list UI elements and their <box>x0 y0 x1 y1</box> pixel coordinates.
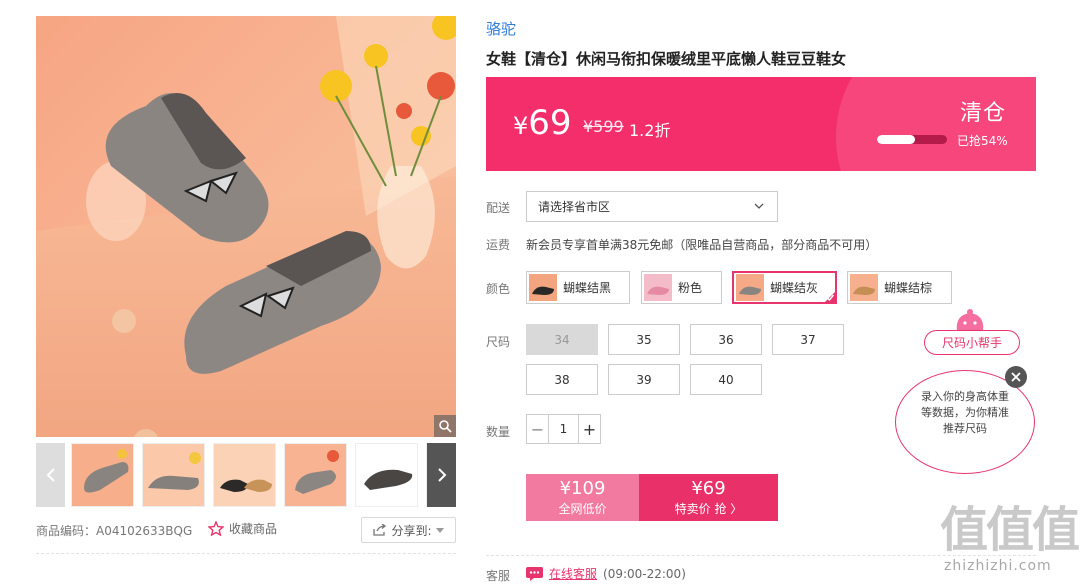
share-icon <box>373 524 387 536</box>
shipping-label: 运费 <box>486 238 511 252</box>
customer-service: 在线客服 (09:00-22:00) <box>526 565 686 582</box>
delivery-label: 配送 <box>486 201 511 215</box>
color-option-label: 蝴蝶结黑 <box>563 281 612 295</box>
color-option-pink[interactable]: 粉色 <box>641 271 722 304</box>
caret-down-icon <box>435 527 444 533</box>
product-meta-row: 商品编码：A04102633BQG 收藏商品 分享到: <box>36 517 456 543</box>
sku-code: 商品编码：A04102633BQG <box>36 522 192 539</box>
sku-label: 商品编码： <box>36 524 97 538</box>
color-swatch-brown <box>850 274 878 301</box>
close-icon[interactable] <box>1005 366 1027 388</box>
watermark-url: zhizhizhi.com <box>944 558 1052 574</box>
size-option-35[interactable]: 35 <box>608 324 680 355</box>
quantity-value[interactable]: 1 <box>549 415 578 443</box>
checkmark-icon <box>826 294 835 302</box>
thumbnail-strip <box>36 443 456 507</box>
color-swatch-pink <box>644 274 672 301</box>
product-page: 商品编码：A04102633BQG 收藏商品 分享到: 骆驼 女鞋【清仓】休闲马… <box>0 0 1090 585</box>
service-hours: (09:00-22:00) <box>603 566 686 581</box>
share-label: 分享到: <box>391 523 432 538</box>
chat-icon <box>526 566 543 581</box>
divider-left <box>36 553 456 554</box>
product-photo <box>36 16 456 437</box>
special-price-label: 特卖价 抢 〉 <box>674 502 743 516</box>
chevron-down-icon <box>754 203 764 209</box>
color-option-bow-black[interactable]: 蝴蝶结黑 <box>526 271 630 304</box>
size-option-37[interactable]: 37 <box>772 324 844 355</box>
current-price-value: 69 <box>528 103 572 143</box>
product-title: 女鞋【清仓】休闲马衔扣保暖绒里平底懒人鞋豆豆鞋女 <box>486 50 847 68</box>
thumbnail-4[interactable] <box>284 443 347 507</box>
sku-value: A04102633BQG <box>96 524 193 538</box>
thumbnail-5[interactable] <box>355 443 418 507</box>
current-price: ¥69 <box>513 103 572 146</box>
color-label: 颜色 <box>486 282 511 296</box>
favorite-button[interactable]: 收藏商品 <box>208 520 277 537</box>
sold-progress-bar <box>877 135 947 144</box>
color-swatch-black <box>529 274 557 301</box>
quantity-minus-button[interactable]: − <box>527 415 549 443</box>
quantity-label: 数量 <box>486 425 511 439</box>
size-option-36[interactable]: 36 <box>690 324 762 355</box>
color-option-label: 蝴蝶结棕 <box>884 281 933 295</box>
size-option-39[interactable]: 39 <box>608 364 680 395</box>
thumb-prev-arrow-icon[interactable] <box>36 443 65 507</box>
thumbnail-2[interactable] <box>142 443 205 507</box>
color-option-label: 粉色 <box>678 281 703 295</box>
buy-now-button[interactable]: ¥69 特卖价 抢 〉 <box>639 474 778 521</box>
original-price: ¥599 <box>583 117 624 136</box>
thumbnail-3[interactable] <box>213 443 276 507</box>
size-helper-button[interactable]: 尺码小帮手 <box>924 330 1020 355</box>
sold-percent: 已抢54% <box>957 134 1008 148</box>
thumb-next-arrow-icon[interactable] <box>427 443 456 507</box>
size-option-38[interactable]: 38 <box>526 364 598 395</box>
online-service-link[interactable]: 在线客服 <box>549 565 597 582</box>
color-option-bow-grey[interactable]: 蝴蝶结灰 <box>732 271 837 304</box>
zoom-icon[interactable] <box>434 415 456 437</box>
size-option-40[interactable]: 40 <box>690 364 762 395</box>
market-price-label: 全网低价 <box>558 502 607 516</box>
size-label: 尺码 <box>486 335 511 349</box>
shipping-info: 新会员专享首单满38元免邮（限唯品自营商品，部分商品不可用） <box>526 238 878 252</box>
clearance-tag: 清仓 <box>959 101 1006 126</box>
share-button[interactable]: 分享到: <box>361 517 456 543</box>
sold-progress-fill <box>877 135 915 144</box>
quantity-plus-button[interactable]: + <box>578 415 600 443</box>
currency-symbol: ¥ <box>513 112 529 140</box>
service-label: 客服 <box>486 569 511 583</box>
price-banner: ¥69 ¥599 1.2折 清仓 已抢54% <box>486 77 1036 171</box>
discount-rate: 1.2折 <box>629 121 671 140</box>
region-select[interactable]: 请选择省市区 <box>526 191 778 222</box>
market-price: ¥109 <box>559 478 606 499</box>
banner-decoration <box>836 77 1036 171</box>
color-option-label: 蝴蝶结灰 <box>770 281 819 295</box>
quantity-stepper: − 1 + <box>526 414 601 444</box>
buy-bar: ¥109 全网低价 ¥69 特卖价 抢 〉 <box>526 474 778 521</box>
special-price: ¥69 <box>691 478 726 499</box>
main-product-image[interactable] <box>36 16 456 437</box>
watermark-logo: 值值值 <box>940 502 1080 558</box>
color-option-bow-brown[interactable]: 蝴蝶结棕 <box>847 271 952 304</box>
brand-link[interactable]: 骆驼 <box>486 18 516 39</box>
favorite-label: 收藏商品 <box>229 522 278 536</box>
star-icon <box>208 521 224 536</box>
watermark: 值值值 zhizhizhi.com <box>940 502 1090 585</box>
color-swatch-grey <box>736 274 764 301</box>
region-select-placeholder: 请选择省市区 <box>538 200 611 214</box>
size-option-34: 34 <box>526 324 598 355</box>
market-price-box: ¥109 全网低价 <box>526 474 639 521</box>
thumbnail-1[interactable] <box>71 443 134 507</box>
